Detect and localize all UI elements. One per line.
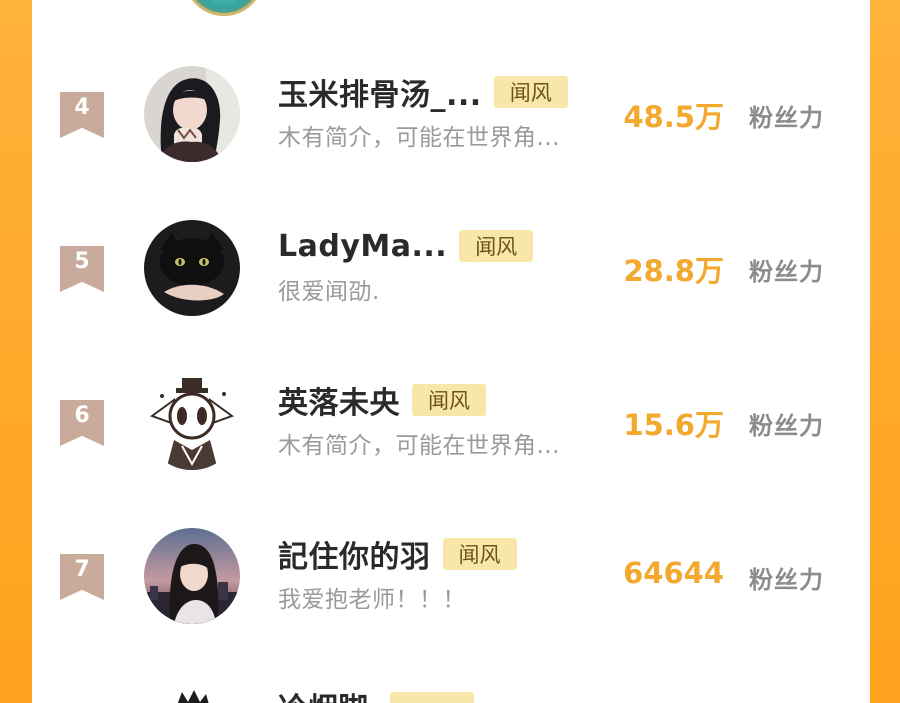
fan-power-count: 28.8万 xyxy=(623,254,724,288)
tag-badge xyxy=(390,692,474,703)
rank-badge: 5 xyxy=(60,246,104,292)
avatar[interactable] xyxy=(144,528,240,624)
name-line: 記住你的羽 闻风 xyxy=(278,532,517,576)
fan-power-count: 64644 xyxy=(623,556,724,590)
list-item[interactable]: 7 記住你的羽 闻风 我爱抱老师！！！ 64644 粉丝力 xyxy=(32,528,870,648)
fan-power-label: 粉丝力 xyxy=(749,566,824,594)
avatar-image xyxy=(144,374,240,470)
user-description: 木有简介，可能在世界角... xyxy=(278,125,560,151)
avatar[interactable] xyxy=(144,66,240,162)
user-name[interactable]: 冷烟脚 xyxy=(278,684,368,703)
avatar-image xyxy=(144,66,240,162)
user-description: 我爱抱老师！！！ xyxy=(278,587,466,613)
list-item[interactable]: 冷烟脚 xyxy=(32,684,870,703)
list-item[interactable]: 4 玉米排骨汤_... 闻风 木有简介，可能在世界角... 48.5万 粉丝力 xyxy=(32,66,870,186)
avatar[interactable] xyxy=(144,374,240,470)
user-name[interactable]: LadyMa... xyxy=(278,229,447,264)
rank-badge: 4 xyxy=(60,92,104,138)
tag-badge: 闻风 xyxy=(493,76,568,108)
leaderboard-panel: 4 玉米排骨汤_... 闻风 木有简介，可能在世界角... 48.5万 粉丝力 … xyxy=(32,0,870,703)
avatar-image xyxy=(144,528,240,624)
user-description: 木有简介，可能在世界角... xyxy=(278,433,560,459)
fan-power-count: 48.5万 xyxy=(623,100,724,134)
tag-badge: 闻风 xyxy=(459,230,534,262)
user-name[interactable]: 英落未央 xyxy=(278,378,400,422)
rank-badge: 6 xyxy=(60,400,104,446)
fan-power-label: 粉丝力 xyxy=(749,104,824,132)
tag-badge: 闻风 xyxy=(412,384,486,416)
list-item[interactable]: 5 LadyMa... 闻风 很爱闻劭. 28.8万 粉丝力 xyxy=(32,220,870,340)
avatar[interactable] xyxy=(172,688,212,703)
tag-badge: 闻风 xyxy=(442,538,517,570)
user-name[interactable]: 玉米排骨汤_... xyxy=(278,70,482,114)
avatar[interactable] xyxy=(144,220,240,316)
avatar-image xyxy=(144,220,240,316)
user-description: 很爱闻劭. xyxy=(278,279,380,305)
name-line: 玉米排骨汤_... 闻风 xyxy=(278,70,568,114)
avatar-image xyxy=(177,690,209,703)
rank-badge: 7 xyxy=(60,554,104,600)
fan-power-label: 粉丝力 xyxy=(749,258,824,286)
avatar[interactable] xyxy=(184,0,264,16)
fan-power-count: 15.6万 xyxy=(623,408,724,442)
user-name[interactable]: 記住你的羽 xyxy=(278,532,431,576)
name-line: 英落未央 闻风 xyxy=(278,378,486,422)
fan-power-label: 粉丝力 xyxy=(749,412,824,440)
list-item[interactable]: 6 英落未央 闻风 木有简介，可能在世界角... 15.6万 粉丝力 xyxy=(32,374,870,494)
name-line: LadyMa... 闻风 xyxy=(278,226,534,266)
